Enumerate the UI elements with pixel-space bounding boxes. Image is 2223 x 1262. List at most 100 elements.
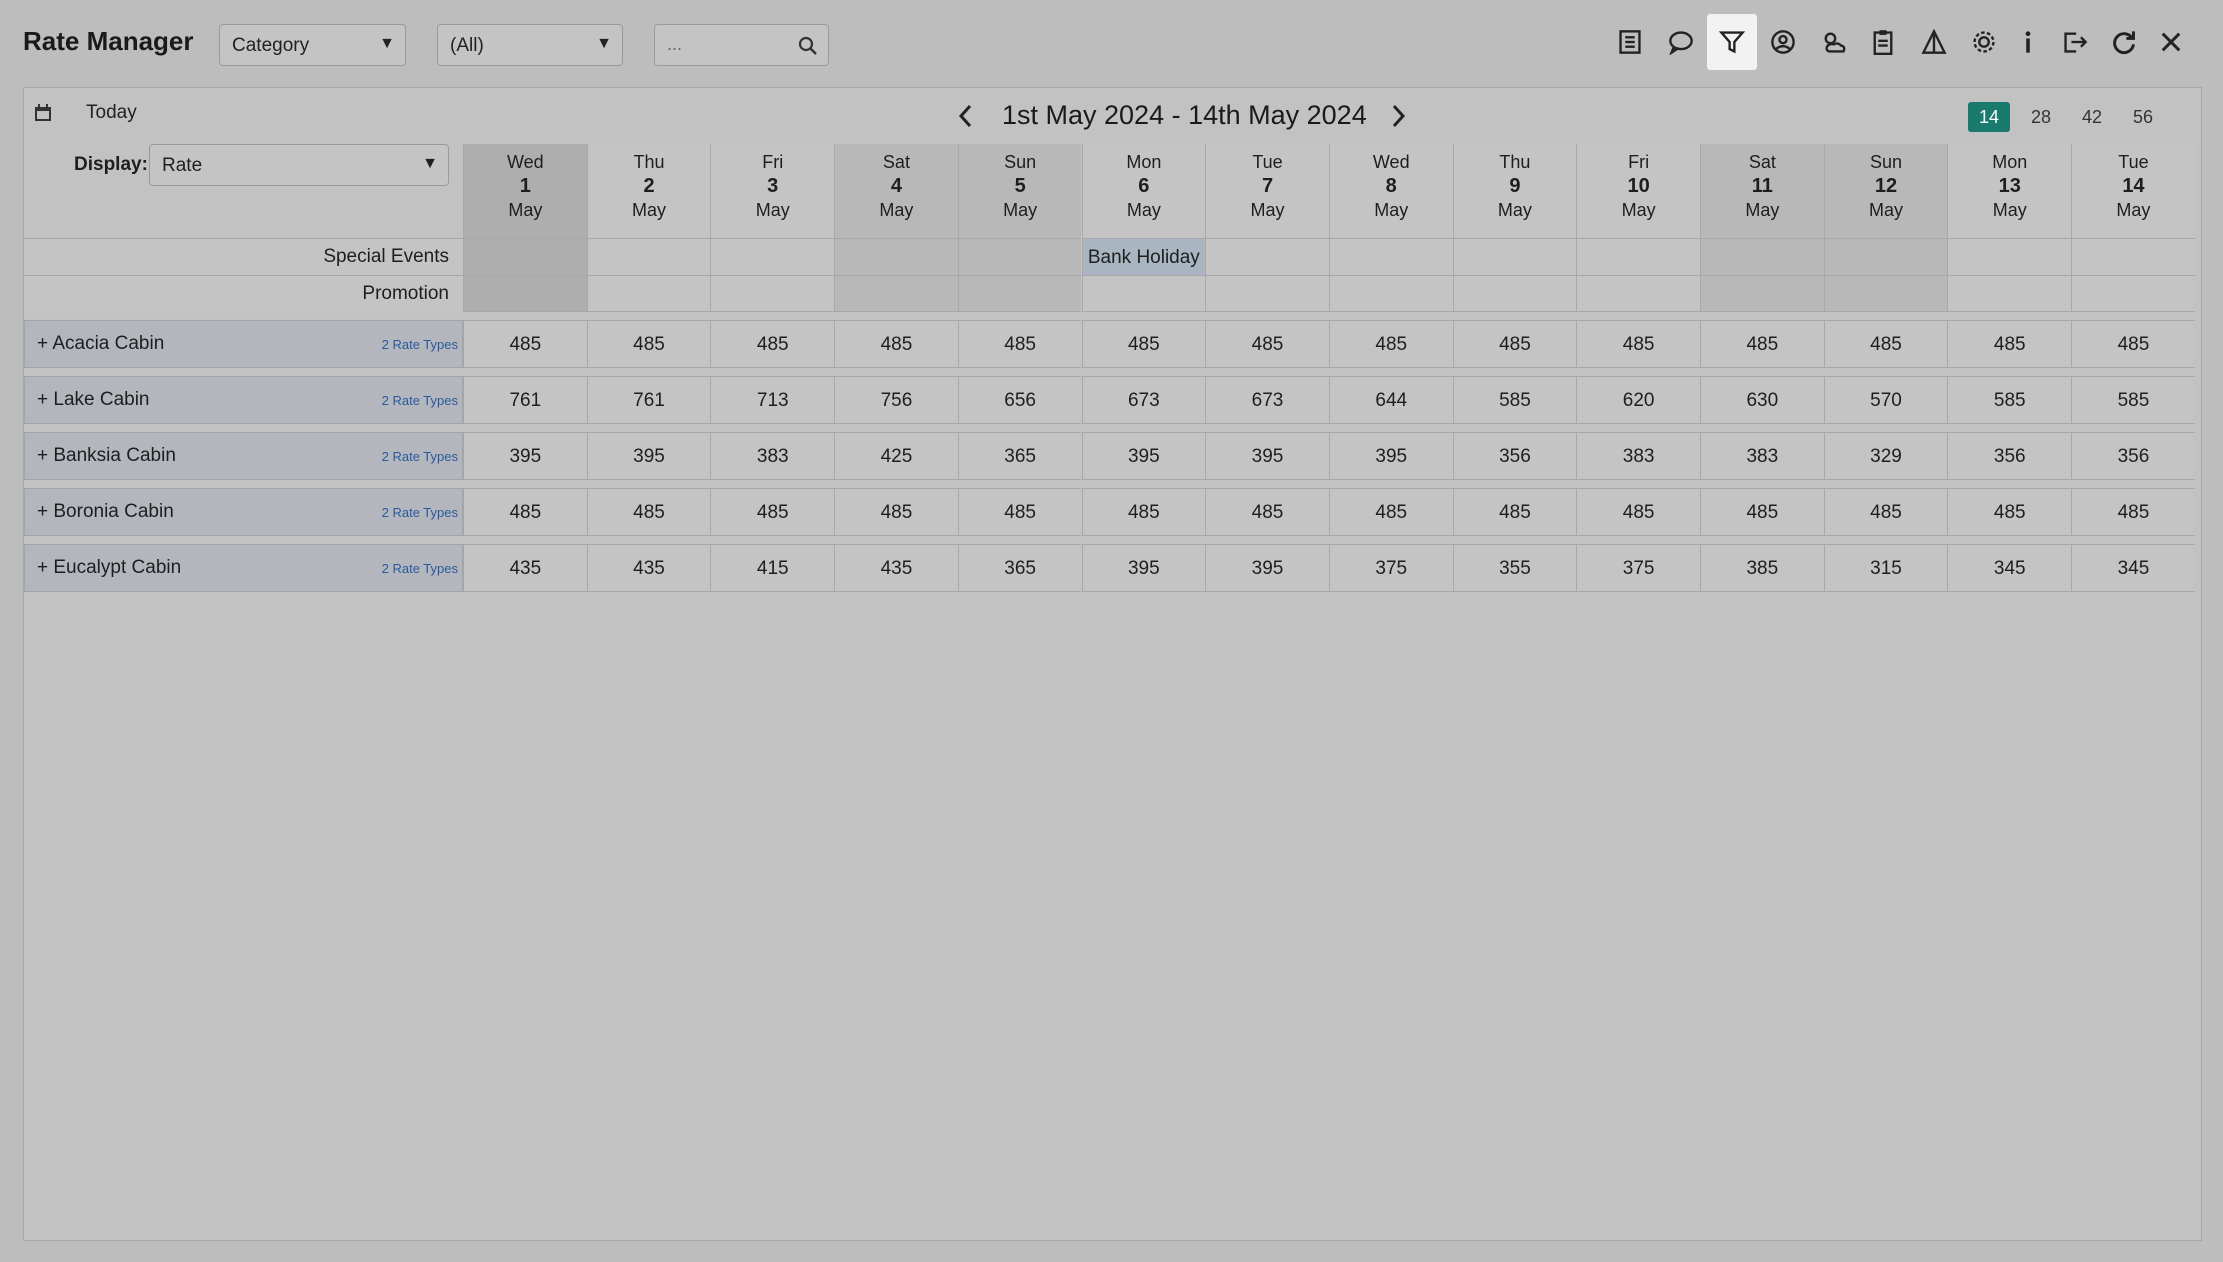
rate-cell[interactable]: 485: [1205, 320, 1329, 368]
rate-cell[interactable]: 485: [2071, 320, 2195, 368]
promotion-cell[interactable]: [834, 275, 958, 312]
promotion-cell[interactable]: [1823, 275, 1948, 312]
rate-cell[interactable]: 673: [1205, 376, 1329, 424]
rate-cell[interactable]: 656: [957, 376, 1082, 424]
triangle-flag-button[interactable]: [1909, 14, 1959, 70]
rate-cell[interactable]: 383: [1576, 432, 1700, 480]
chevron-left-icon[interactable]: [956, 102, 976, 130]
rate-cell[interactable]: 585: [2071, 376, 2195, 424]
special-event-cell[interactable]: [463, 238, 587, 275]
rate-types-link[interactable]: 2 Rate Types: [382, 505, 458, 520]
rate-cell[interactable]: 570: [1823, 376, 1948, 424]
rate-cell[interactable]: 425: [834, 432, 958, 480]
category-row-label[interactable]: + Acacia Cabin 2 Rate Types: [24, 320, 463, 368]
rate-types-link[interactable]: 2 Rate Types: [382, 393, 458, 408]
promotion-cell[interactable]: [2071, 275, 2195, 312]
rate-cell[interactable]: 356: [1947, 432, 2072, 480]
promotion-cell[interactable]: [1700, 275, 1824, 312]
rate-cell[interactable]: 395: [1081, 432, 1206, 480]
rate-cell[interactable]: 485: [1576, 488, 1700, 536]
today-button[interactable]: Today: [86, 102, 137, 124]
rate-cell[interactable]: 485: [957, 488, 1082, 536]
filter-button[interactable]: [1707, 14, 1757, 70]
rate-cell[interactable]: 485: [710, 488, 835, 536]
rate-cell[interactable]: 435: [834, 544, 958, 592]
rate-cell[interactable]: 485: [1823, 320, 1948, 368]
rate-cell[interactable]: 485: [1205, 488, 1329, 536]
info-button[interactable]: [2003, 14, 2053, 70]
rate-cell[interactable]: 485: [834, 488, 958, 536]
promotion-cell[interactable]: [1576, 275, 1700, 312]
weather-button[interactable]: [1809, 14, 1859, 70]
category-name[interactable]: + Lake Cabin: [37, 389, 150, 411]
rate-cell[interactable]: 385: [1700, 544, 1824, 592]
rate-cell[interactable]: 375: [1576, 544, 1700, 592]
rate-cell[interactable]: 585: [1947, 376, 2072, 424]
chat-button[interactable]: [1656, 14, 1706, 70]
rate-cell[interactable]: 485: [1947, 488, 2072, 536]
rate-cell[interactable]: 630: [1700, 376, 1824, 424]
rate-cell[interactable]: 761: [586, 376, 711, 424]
special-event-cell[interactable]: [1576, 238, 1700, 275]
special-event-cell[interactable]: [1452, 238, 1577, 275]
rate-cell[interactable]: 585: [1452, 376, 1577, 424]
rate-cell[interactable]: 435: [586, 544, 711, 592]
category-name[interactable]: + Acacia Cabin: [37, 333, 164, 355]
special-event-cell[interactable]: [1823, 238, 1948, 275]
close-button[interactable]: [2146, 14, 2196, 70]
period-28-button[interactable]: 28: [2020, 102, 2062, 132]
rate-cell[interactable]: 485: [957, 320, 1082, 368]
rate-cell[interactable]: 345: [1947, 544, 2072, 592]
period-14-button[interactable]: 14: [1968, 102, 2010, 132]
clipboard-button[interactable]: [1858, 14, 1908, 70]
rate-cell[interactable]: 485: [1452, 320, 1577, 368]
category-select[interactable]: Category ▼: [219, 24, 406, 66]
period-56-button[interactable]: 56: [2122, 102, 2164, 132]
category-row-label[interactable]: + Boronia Cabin 2 Rate Types: [24, 488, 463, 536]
rate-types-link[interactable]: 2 Rate Types: [382, 561, 458, 576]
display-select[interactable]: Rate ▼: [149, 144, 449, 186]
rate-cell[interactable]: 395: [1081, 544, 1206, 592]
special-event-cell[interactable]: [1328, 238, 1453, 275]
scope-select[interactable]: (All) ▼: [437, 24, 623, 66]
rate-cell[interactable]: 485: [834, 320, 958, 368]
rate-cell[interactable]: 355: [1452, 544, 1577, 592]
special-event-cell[interactable]: [1947, 238, 2072, 275]
rate-cell[interactable]: 365: [957, 432, 1082, 480]
promotion-cell[interactable]: [710, 275, 835, 312]
rate-cell[interactable]: 673: [1081, 376, 1206, 424]
search-icon[interactable]: [798, 36, 818, 56]
special-event-cell[interactable]: [834, 238, 958, 275]
rate-cell[interactable]: 620: [1576, 376, 1700, 424]
user-circle-button[interactable]: [1758, 14, 1808, 70]
rate-cell[interactable]: 485: [1081, 320, 1206, 368]
category-name[interactable]: + Eucalypt Cabin: [37, 557, 181, 579]
rate-cell[interactable]: 435: [463, 544, 587, 592]
rate-cell[interactable]: 485: [1947, 320, 2072, 368]
special-event-cell[interactable]: Bank Holiday: [1081, 238, 1206, 275]
rate-types-link[interactable]: 2 Rate Types: [382, 449, 458, 464]
gear-button[interactable]: [1959, 14, 2009, 70]
rate-cell[interactable]: 395: [1328, 432, 1453, 480]
rate-cell[interactable]: 395: [586, 432, 711, 480]
rate-cell[interactable]: 383: [1700, 432, 1824, 480]
category-row-label[interactable]: + Lake Cabin 2 Rate Types: [24, 376, 463, 424]
special-event-cell[interactable]: [2071, 238, 2195, 275]
rate-cell[interactable]: 395: [463, 432, 587, 480]
special-event-cell[interactable]: [586, 238, 711, 275]
rate-cell[interactable]: 485: [1081, 488, 1206, 536]
search-input[interactable]: ...: [654, 24, 829, 66]
rate-cell[interactable]: 485: [1700, 320, 1824, 368]
rate-cell[interactable]: 485: [1576, 320, 1700, 368]
category-name[interactable]: + Boronia Cabin: [37, 501, 174, 523]
rate-cell[interactable]: 485: [1328, 488, 1453, 536]
rate-cell[interactable]: 356: [2071, 432, 2195, 480]
rate-cell[interactable]: 375: [1328, 544, 1453, 592]
promotion-cell[interactable]: [1452, 275, 1577, 312]
promotion-cell[interactable]: [1081, 275, 1206, 312]
rate-cell[interactable]: 395: [1205, 432, 1329, 480]
rate-cell[interactable]: 485: [710, 320, 835, 368]
exit-button[interactable]: [2050, 14, 2100, 70]
rate-cell[interactable]: 365: [957, 544, 1082, 592]
rate-cell[interactable]: 315: [1823, 544, 1948, 592]
